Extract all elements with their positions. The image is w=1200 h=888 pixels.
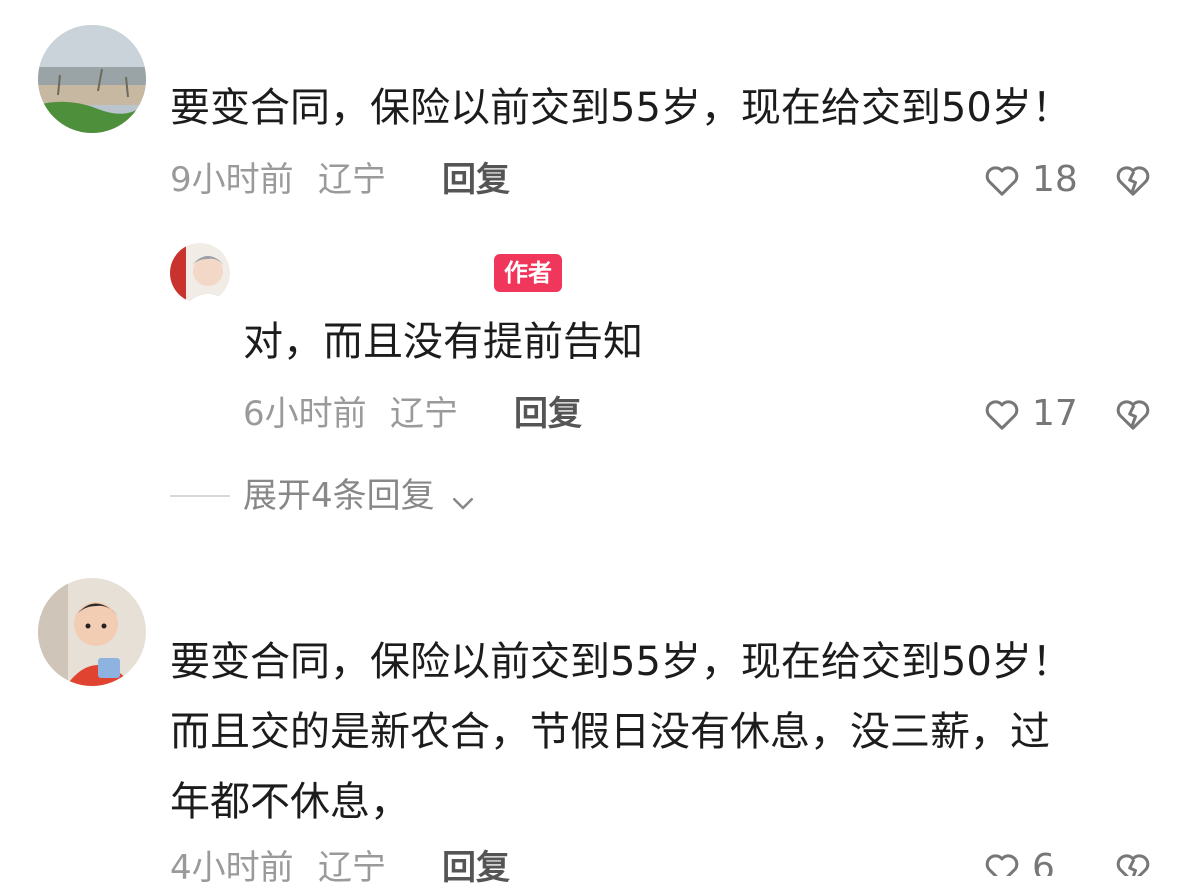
avatar[interactable] (38, 578, 146, 686)
broken-heart-icon (1116, 166, 1150, 196)
reply-text: 对，而且没有提前告知 (243, 319, 643, 365)
chevron-down-icon (452, 497, 473, 509)
reply-button[interactable]: 回复 (514, 394, 582, 434)
avatar[interactable] (38, 25, 146, 133)
like-count: 18 (1032, 159, 1078, 200)
like-count: 17 (1032, 393, 1078, 434)
reply-time: 6小时前 (243, 394, 367, 434)
comment-location: 辽宁 (318, 848, 386, 888)
author-badge: 作者 (494, 254, 562, 292)
comment-time: 4小时前 (170, 848, 294, 888)
comment-text-line: 要变合同，保险以前交到55岁，现在给交到50岁！ (170, 639, 1072, 685)
like-button[interactable]: 6 (982, 846, 1082, 876)
broken-heart-icon (1116, 854, 1150, 876)
heart-outline-icon (985, 854, 1019, 876)
like-button[interactable]: 17 (982, 392, 1082, 436)
dislike-button[interactable] (1112, 848, 1156, 876)
reply-avatar[interactable] (170, 243, 230, 303)
reply-avatar-image (170, 243, 230, 303)
heart-outline-icon (985, 166, 1019, 196)
reply-location: 辽宁 (390, 394, 458, 434)
heart-outline-icon (985, 400, 1019, 430)
like-button[interactable]: 18 (982, 158, 1082, 202)
comment-time: 9小时前 (170, 160, 294, 200)
dislike-button[interactable] (1112, 160, 1156, 200)
like-count: 6 (1032, 847, 1055, 877)
avatar-image (38, 25, 146, 133)
comment-text: 要变合同，保险以前交到55岁，现在给交到50岁！ (170, 85, 1072, 131)
comment-location: 辽宁 (318, 160, 386, 200)
broken-heart-icon (1116, 400, 1150, 430)
dislike-button[interactable] (1112, 394, 1156, 434)
expand-replies-button[interactable]: 展开4条回复 (243, 476, 478, 516)
comment-text-line: 而且交的是新农合，节假日没有休息，没三薪，过 (170, 709, 1050, 755)
expand-divider (170, 495, 230, 497)
expand-replies-label: 展开4条回复 (243, 476, 435, 516)
avatar-image (38, 578, 146, 686)
comment-text-line: 年都不休息， (170, 779, 410, 825)
reply-button[interactable]: 回复 (442, 160, 510, 200)
reply-button[interactable]: 回复 (442, 848, 510, 888)
